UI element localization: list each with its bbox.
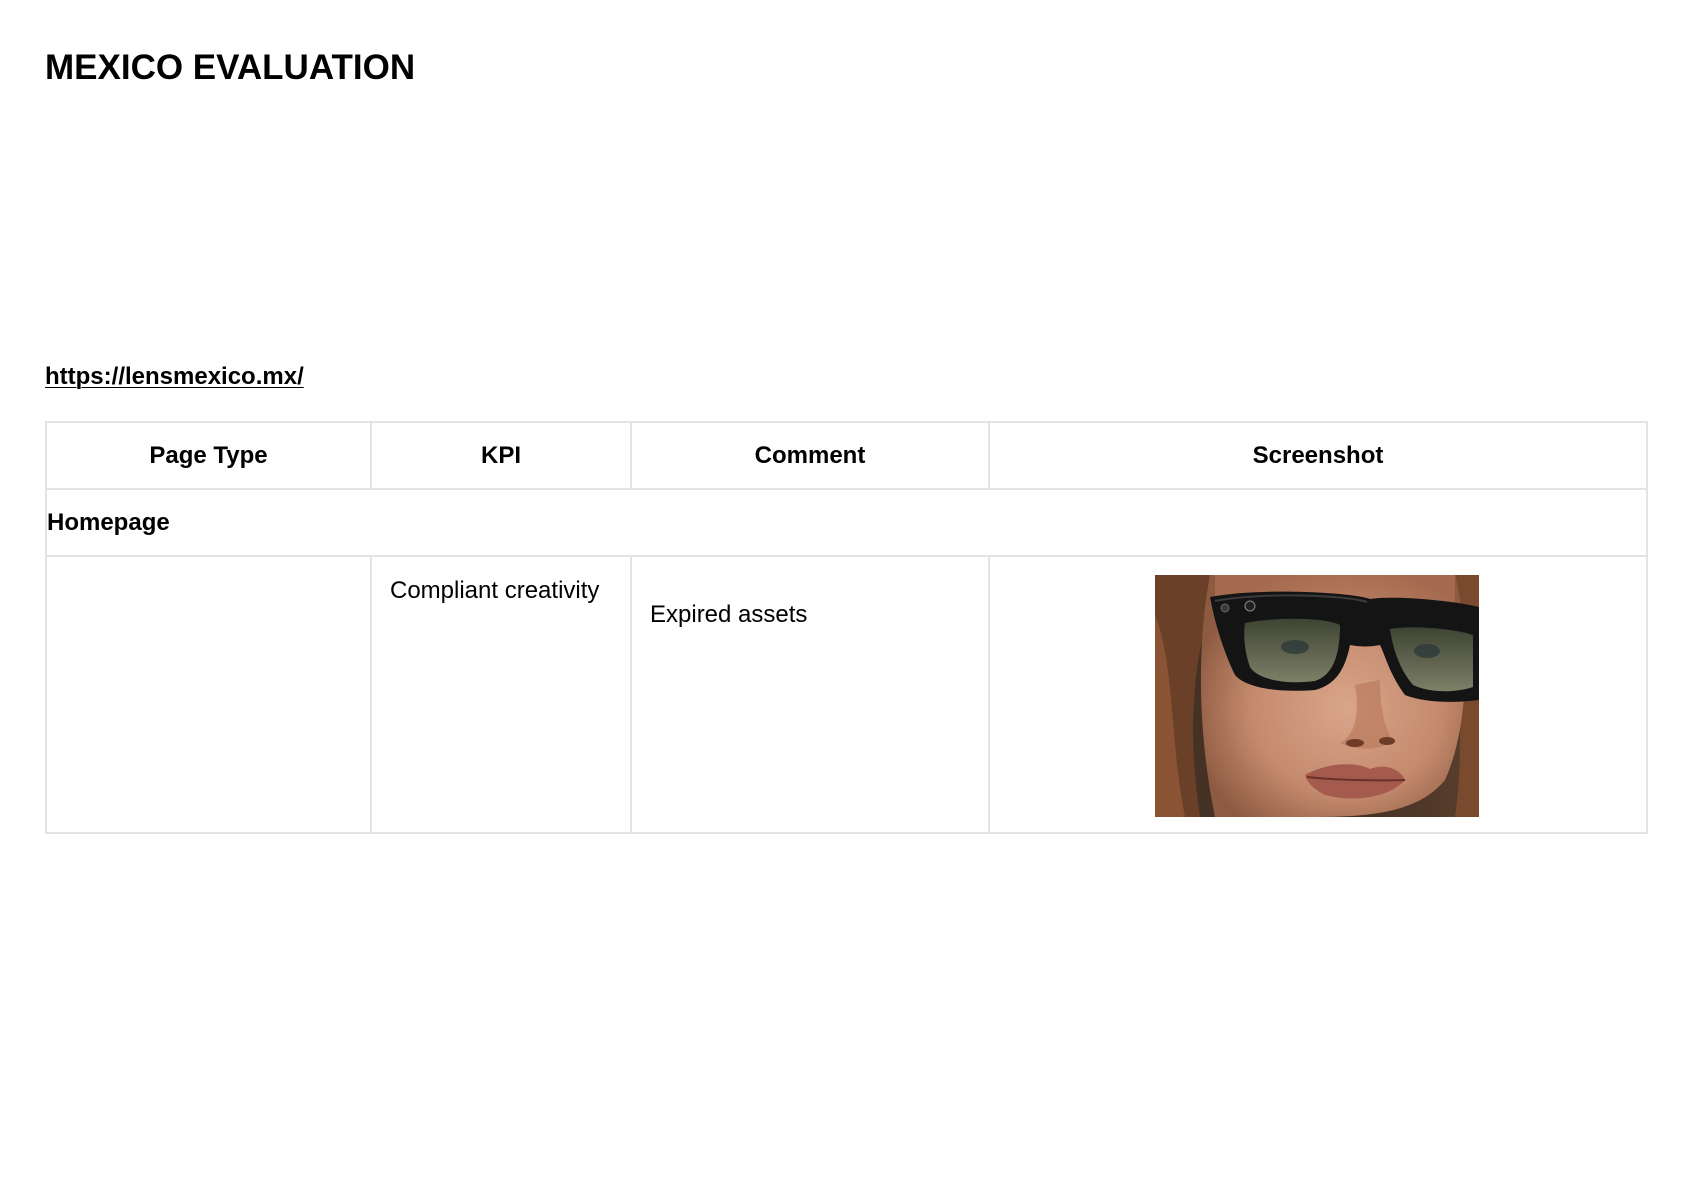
evaluation-table: Page Type KPI Comment Screenshot Homepag… bbox=[45, 421, 1648, 834]
site-url-link[interactable]: https://lensmexico.mx/ bbox=[45, 362, 304, 392]
header-kpi: KPI bbox=[370, 421, 632, 490]
screenshot-thumbnail[interactable] bbox=[1155, 575, 1479, 817]
comment-cell: Expired assets bbox=[630, 555, 990, 834]
screenshot-cell bbox=[988, 555, 1648, 834]
header-page-type: Page Type bbox=[45, 421, 372, 490]
comment-value: Expired assets bbox=[650, 601, 808, 628]
page-title: MEXICO EVALUATION bbox=[45, 48, 416, 87]
table-header-row: Page Type KPI Comment Screenshot bbox=[45, 421, 1648, 490]
kpi-cell: Compliant creativity bbox=[370, 555, 632, 834]
table-row: Compliant creativity Expired assets bbox=[45, 555, 1648, 834]
section-label: Homepage bbox=[45, 488, 1648, 557]
section-row: Homepage bbox=[45, 488, 1648, 557]
portrait-sunglasses-image bbox=[1155, 575, 1479, 817]
page-type-cell bbox=[45, 555, 372, 834]
header-screenshot: Screenshot bbox=[988, 421, 1648, 490]
kpi-value: Compliant creativity bbox=[390, 577, 600, 604]
header-comment: Comment bbox=[630, 421, 990, 490]
